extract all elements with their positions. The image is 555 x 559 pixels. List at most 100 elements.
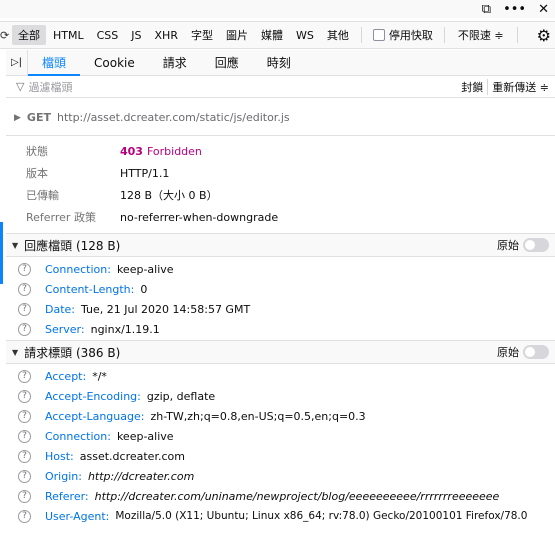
help-icon[interactable]: ? [18,262,31,276]
help-icon[interactable]: ? [18,509,31,523]
help-icon[interactable]: ? [18,369,31,383]
devtools-top-bar: ⧉ ••• ✕ [0,0,555,18]
header-row[interactable]: ? User-Agent: Mozilla/5.0 (X11; Ubuntu; … [6,506,555,526]
header-row[interactable]: ? Connection: keep-alive [6,259,555,279]
details-tabs: ▷| 檔頭 Cookie 請求 回應 時刻 [6,50,555,76]
filter-all[interactable]: 全部 [12,25,46,45]
header-filter-input[interactable]: 過濾檔頭 [28,79,72,95]
collapse-arrow-icon[interactable]: ▼ [12,241,18,250]
transferred-row: 已傳輸 128 B（大小 0 B） [6,184,555,206]
filter-media[interactable]: 媒體 [255,25,289,45]
help-icon[interactable]: ? [18,282,31,296]
header-name: User-Agent: [45,509,110,523]
header-value: Tue, 21 Jul 2020 14:58:57 GMT [81,302,251,316]
help-icon[interactable]: ? [18,302,31,316]
header-name: Server: [45,322,85,336]
version-label: 版本 [26,167,48,180]
disable-cache-checkbox[interactable]: 停用快取 [367,27,439,43]
filter-xhr[interactable]: XHR [149,25,184,45]
filter-images[interactable]: 圖片 [220,25,254,45]
divider [516,27,518,43]
tab-response[interactable]: 回應 [201,50,253,75]
tab-timings[interactable]: 時刻 [253,50,305,75]
header-row[interactable]: ? Referer: http://dcreater.com/uniname/n… [6,486,555,506]
header-value: keep-alive [116,262,174,276]
filter-js[interactable]: JS [125,25,147,45]
header-name: Host: [45,449,74,463]
referrer-policy-label: Referrer 政策 [26,211,96,224]
close-icon[interactable]: ✕ [538,3,549,16]
request-method: GET [26,111,51,124]
response-headers-list: ? Connection: keep-alive ? Content-Lengt… [6,259,555,339]
help-icon[interactable]: ? [18,322,31,336]
header-row[interactable]: ? Connection: keep-alive [6,426,555,446]
header-row[interactable]: ? Date: Tue, 21 Jul 2020 14:58:57 GMT [6,299,555,319]
disable-cache-label: 停用快取 [388,29,433,42]
help-icon[interactable]: ? [18,449,31,463]
tab-cookies[interactable]: Cookie [80,50,149,75]
header-name: Connection: [45,429,111,443]
header-row[interactable]: ? Accept-Language: zh-TW,zh;q=0.8,en-US;… [6,406,555,426]
more-options-icon[interactable]: ••• [503,3,526,16]
request-summary: 狀態 403 Forbidden 版本 HTTP/1.1 已傳輸 128 B（大小… [6,140,555,228]
undock-icon[interactable]: ⧉ [482,3,491,16]
block-button[interactable]: 封鎖 [457,78,489,95]
raw-switch[interactable] [523,238,549,252]
header-name: Connection: [45,262,111,276]
request-url-row[interactable]: ▶ GET http://asset.dcreater.com/static/j… [6,100,555,136]
tab-request[interactable]: 請求 [149,50,201,75]
filter-icon: ▽ [16,80,25,93]
header-row[interactable]: ? Server: nginx/1.19.1 [6,319,555,339]
header-name: Date: [45,302,75,316]
help-icon[interactable]: ? [18,469,31,483]
tab-headers[interactable]: 檔頭 [28,50,81,76]
response-headers-section[interactable]: ▼ 回應檔頭 (128 B) 原始 [6,233,555,257]
header-value: keep-alive [116,429,174,443]
header-row[interactable]: ? Content-Length: 0 [6,279,555,299]
status-code: 403 [120,144,143,158]
version-row: 版本 HTTP/1.1 [6,162,555,184]
raw-label: 原始 [497,346,519,359]
header-name: Accept-Language: [45,409,145,423]
resend-button[interactable]: 重新傳送 ≑ [488,79,555,95]
header-value: Mozilla/5.0 (X11; Ubuntu; Linux x86_64; … [115,510,528,522]
checkbox-box[interactable] [372,29,385,41]
header-row[interactable]: ? Accept-Encoding: gzip, deflate [6,386,555,406]
help-icon[interactable]: ? [18,409,31,423]
header-name: Origin: [45,469,82,483]
request-filter-bar: ⟳ 全部 HTML CSS JS XHR 字型 圖片 媒體 WS 其他 停用快取… [0,21,555,49]
help-icon[interactable]: ? [18,429,31,443]
header-value: nginx/1.19.1 [90,322,160,336]
raw-switch[interactable] [523,345,549,359]
header-row[interactable]: ? Host: asset.dcreater.com [6,446,555,466]
header-name: Referer: [45,489,89,503]
help-icon[interactable]: ? [18,389,31,403]
filter-html[interactable]: HTML [47,25,90,45]
response-headers-title: 回應檔頭 (128 B) [24,238,121,253]
divider [443,27,445,43]
header-value: zh-TW,zh;q=0.8,en-US;q=0.5,en;q=0.3 [150,409,366,423]
gear-icon[interactable]: ⚙ [533,26,555,45]
request-list-edge [0,50,3,559]
version-value: HTTP/1.1 [120,166,170,180]
request-url: http://asset.dcreater.com/static/js/edit… [56,111,290,124]
filter-fonts[interactable]: 字型 [185,25,219,45]
header-row[interactable]: ? Origin: http://dcreater.com [6,466,555,486]
raw-toggle[interactable]: 原始 [497,344,555,360]
throttle-select[interactable]: 不限速 ≑ [450,27,512,43]
collapse-arrow-icon[interactable]: ▼ [12,348,18,357]
raw-toggle[interactable]: 原始 [497,237,555,253]
request-headers-section[interactable]: ▼ 請求標頭 (386 B) 原始 [6,340,555,364]
help-icon[interactable]: ? [18,489,31,503]
filter-css[interactable]: CSS [91,25,125,45]
status-label: 狀態 [26,145,48,158]
toggle-sidebar-icon[interactable]: ▷| [6,50,28,75]
filter-other[interactable]: 其他 [321,25,355,45]
expand-arrow-icon[interactable]: ▶ [14,113,21,123]
header-name: Accept: [45,369,87,383]
reload-icon[interactable]: ⟳ [0,22,12,48]
filter-ws[interactable]: WS [290,25,320,45]
header-value: 0 [140,282,148,296]
header-row[interactable]: ? Accept: */* [6,366,555,386]
raw-label: 原始 [497,239,519,252]
